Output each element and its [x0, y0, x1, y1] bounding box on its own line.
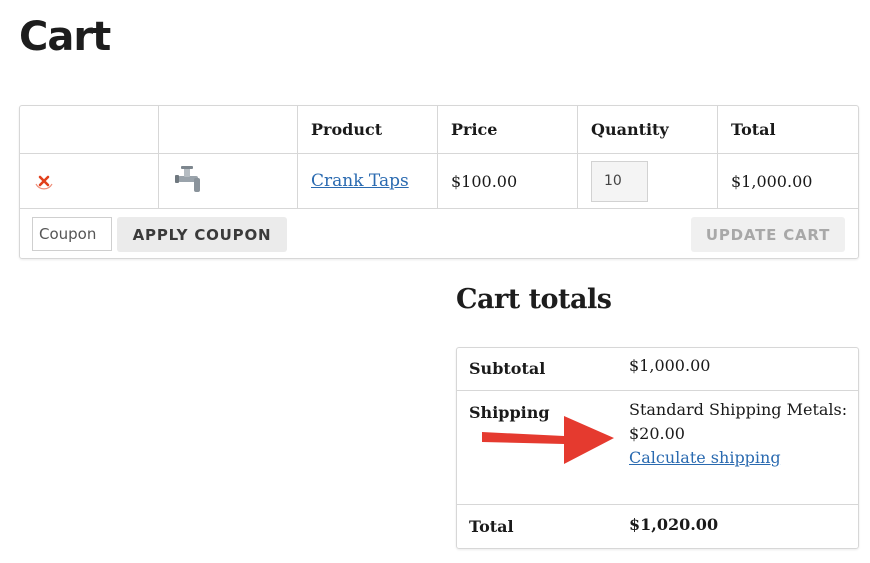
- product-cell: Crank Taps: [298, 154, 438, 208]
- subtotal-value: $1,000.00: [629, 356, 711, 375]
- update-cart-button[interactable]: UPDATE CART: [691, 217, 845, 252]
- header-quantity: Quantity: [578, 106, 718, 153]
- header-price: Price: [438, 106, 578, 153]
- remove-x-icon[interactable]: [33, 170, 55, 192]
- page-title: Cart: [19, 14, 111, 60]
- header-product: Product: [298, 106, 438, 153]
- subtotal-label: Subtotal: [469, 359, 546, 378]
- quantity-input[interactable]: 10: [591, 160, 648, 202]
- cart-totals-title: Cart totals: [456, 284, 612, 315]
- product-link[interactable]: Crank Taps: [311, 171, 409, 191]
- order-total-row: Total $1,020.00: [457, 505, 858, 549]
- apply-coupon-button[interactable]: APPLY COUPON: [117, 217, 287, 252]
- calculate-shipping-link[interactable]: Calculate shipping: [629, 448, 781, 467]
- order-total-value: $1,020.00: [629, 515, 719, 534]
- line-total-cell: $1,000.00: [731, 171, 813, 191]
- subtotal-row: Subtotal $1,000.00: [457, 348, 858, 391]
- cart-table: Product Price Quantity Total Crank Taps …: [19, 105, 859, 259]
- shipping-price: $20.00: [629, 424, 685, 443]
- annotation-arrow-icon: [482, 416, 614, 464]
- shipping-method: Standard Shipping Metals:: [629, 400, 848, 419]
- header-thumbnail: [159, 106, 298, 153]
- order-total-label: Total: [469, 517, 514, 536]
- shipping-details: Standard Shipping Metals: $20.00 Calcula…: [629, 398, 847, 470]
- quantity-cell: 10: [578, 154, 718, 208]
- header-remove: [20, 106, 159, 153]
- thumbnail-cell: [159, 154, 298, 208]
- faucet-icon[interactable]: [172, 162, 206, 200]
- cart-item-row: Crank Taps $100.00 10 $1,000.00: [20, 154, 858, 209]
- price-cell: $100.00: [438, 154, 578, 208]
- coupon-input[interactable]: Coupon: [32, 217, 112, 251]
- header-total: Total: [731, 120, 776, 139]
- remove-cell: [20, 154, 159, 208]
- cart-table-header: Product Price Quantity Total: [20, 106, 858, 154]
